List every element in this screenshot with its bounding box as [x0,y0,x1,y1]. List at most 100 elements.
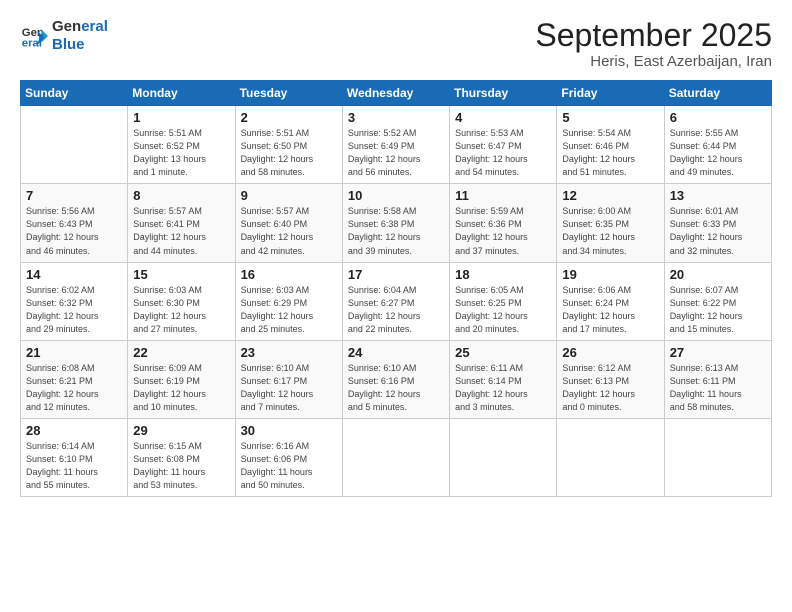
day-number: 22 [133,345,229,360]
day-info: Sunrise: 6:09 AMSunset: 6:19 PMDaylight:… [133,362,229,414]
day-info: Sunrise: 6:06 AMSunset: 6:24 PMDaylight:… [562,284,658,336]
day-info: Sunrise: 6:15 AMSunset: 6:08 PMDaylight:… [133,440,229,492]
day-number: 10 [348,188,444,203]
day-info: Sunrise: 6:01 AMSunset: 6:33 PMDaylight:… [670,205,766,257]
calendar-cell: 22 Sunrise: 6:09 AMSunset: 6:19 PMDayligh… [128,340,235,418]
logo-text: General Blue [52,18,108,54]
day-info: Sunrise: 5:53 AMSunset: 6:47 PMDaylight:… [455,127,551,179]
calendar-cell: 1Sunrise: 5:51 AMSunset: 6:52 PMDaylight… [128,106,235,184]
calendar-cell: 18 Sunrise: 6:05 AMSunset: 6:25 PMDayligh… [450,262,557,340]
calendar-cell: 9 Sunrise: 5:57 AMSunset: 6:40 PMDaylight… [235,184,342,262]
day-info: Sunrise: 6:03 AMSunset: 6:30 PMDaylight:… [133,284,229,336]
calendar-cell: 28 Sunrise: 6:14 AMSunset: 6:10 PMDayligh… [21,418,128,496]
day-info: Sunrise: 6:07 AMSunset: 6:22 PMDaylight:… [670,284,766,336]
day-info: Sunrise: 5:57 AMSunset: 6:40 PMDaylight:… [241,205,337,257]
day-info: Sunrise: 6:10 AMSunset: 6:17 PMDaylight:… [241,362,337,414]
header-thursday: Thursday [450,81,557,106]
logo-icon: Gen eral [20,22,48,50]
day-info: Sunrise: 6:05 AMSunset: 6:25 PMDaylight:… [455,284,551,336]
day-info: Sunrise: 6:02 AMSunset: 6:32 PMDaylight:… [26,284,122,336]
calendar-cell: 17Sunrise: 6:04 AMSunset: 6:27 PMDayligh… [342,262,449,340]
calendar-cell: 7 Sunrise: 5:56 AMSunset: 6:43 PMDaylight… [21,184,128,262]
header-sunday: Sunday [21,81,128,106]
calendar-header-row: SundayMondayTuesdayWednesdayThursdayFrid… [21,81,772,106]
day-number: 5 [562,110,658,125]
calendar-cell [557,418,664,496]
calendar-cell: 10 Sunrise: 5:58 AMSunset: 6:38 PMDayligh… [342,184,449,262]
calendar-cell: 3 Sunrise: 5:52 AMSunset: 6:49 PMDaylight… [342,106,449,184]
logo: Gen eral General Blue [20,18,108,54]
calendar-cell [21,106,128,184]
day-info: Sunrise: 5:56 AMSunset: 6:43 PMDaylight:… [26,205,122,257]
week-row-0: 1Sunrise: 5:51 AMSunset: 6:52 PMDaylight… [21,106,772,184]
day-number: 25 [455,345,551,360]
day-info: Sunrise: 6:14 AMSunset: 6:10 PMDaylight:… [26,440,122,492]
calendar-cell: 15 Sunrise: 6:03 AMSunset: 6:30 PMDayligh… [128,262,235,340]
header-tuesday: Tuesday [235,81,342,106]
header-wednesday: Wednesday [342,81,449,106]
day-number: 3 [348,110,444,125]
calendar-cell: 27 Sunrise: 6:13 AMSunset: 6:11 PMDayligh… [664,340,771,418]
calendar-cell: 5 Sunrise: 5:54 AMSunset: 6:46 PMDaylight… [557,106,664,184]
week-row-2: 14 Sunrise: 6:02 AMSunset: 6:32 PMDayligh… [21,262,772,340]
title-block: September 2025 Heris, East Azerbaijan, I… [535,18,772,70]
calendar-cell [450,418,557,496]
day-info: Sunrise: 5:58 AMSunset: 6:38 PMDaylight:… [348,205,444,257]
day-number: 17 [348,267,444,282]
calendar-cell: 20 Sunrise: 6:07 AMSunset: 6:22 PMDayligh… [664,262,771,340]
calendar-cell: 24Sunrise: 6:10 AMSunset: 6:16 PMDayligh… [342,340,449,418]
day-info: Sunrise: 6:16 AMSunset: 6:06 PMDaylight:… [241,440,337,492]
week-row-4: 28 Sunrise: 6:14 AMSunset: 6:10 PMDayligh… [21,418,772,496]
day-number: 11 [455,188,551,203]
calendar-cell: 19Sunrise: 6:06 AMSunset: 6:24 PMDayligh… [557,262,664,340]
week-row-1: 7 Sunrise: 5:56 AMSunset: 6:43 PMDaylight… [21,184,772,262]
day-number: 7 [26,188,122,203]
calendar-cell: 26 Sunrise: 6:12 AMSunset: 6:13 PMDayligh… [557,340,664,418]
day-info: Sunrise: 6:03 AMSunset: 6:29 PMDaylight:… [241,284,337,336]
day-info: Sunrise: 5:57 AMSunset: 6:41 PMDaylight:… [133,205,229,257]
day-info: Sunrise: 5:51 AMSunset: 6:52 PMDaylight:… [133,127,229,179]
day-number: 21 [26,345,122,360]
calendar-cell [342,418,449,496]
day-number: 20 [670,267,766,282]
day-number: 9 [241,188,337,203]
header-saturday: Saturday [664,81,771,106]
day-info: Sunrise: 5:54 AMSunset: 6:46 PMDaylight:… [562,127,658,179]
day-number: 23 [241,345,337,360]
day-number: 26 [562,345,658,360]
day-info: Sunrise: 5:52 AMSunset: 6:49 PMDaylight:… [348,127,444,179]
calendar-cell: 21 Sunrise: 6:08 AMSunset: 6:21 PMDayligh… [21,340,128,418]
day-info: Sunrise: 6:08 AMSunset: 6:21 PMDaylight:… [26,362,122,414]
day-info: Sunrise: 6:00 AMSunset: 6:35 PMDaylight:… [562,205,658,257]
day-info: Sunrise: 5:55 AMSunset: 6:44 PMDaylight:… [670,127,766,179]
day-number: 18 [455,267,551,282]
calendar-cell [664,418,771,496]
day-number: 2 [241,110,337,125]
calendar-table: SundayMondayTuesdayWednesdayThursdayFrid… [20,80,772,497]
day-info: Sunrise: 6:12 AMSunset: 6:13 PMDaylight:… [562,362,658,414]
day-number: 6 [670,110,766,125]
day-number: 12 [562,188,658,203]
week-row-3: 21 Sunrise: 6:08 AMSunset: 6:21 PMDayligh… [21,340,772,418]
calendar-title: September 2025 [535,18,772,53]
calendar-cell: 8Sunrise: 5:57 AMSunset: 6:41 PMDaylight… [128,184,235,262]
calendar-cell: 30 Sunrise: 6:16 AMSunset: 6:06 PMDayligh… [235,418,342,496]
day-info: Sunrise: 5:59 AMSunset: 6:36 PMDaylight:… [455,205,551,257]
day-info: Sunrise: 5:51 AMSunset: 6:50 PMDaylight:… [241,127,337,179]
header-monday: Monday [128,81,235,106]
day-number: 14 [26,267,122,282]
day-number: 30 [241,423,337,438]
calendar-cell: 29Sunrise: 6:15 AMSunset: 6:08 PMDayligh… [128,418,235,496]
day-info: Sunrise: 6:13 AMSunset: 6:11 PMDaylight:… [670,362,766,414]
day-number: 28 [26,423,122,438]
calendar-cell: 6 Sunrise: 5:55 AMSunset: 6:44 PMDaylight… [664,106,771,184]
day-number: 27 [670,345,766,360]
calendar-cell: 4Sunrise: 5:53 AMSunset: 6:47 PMDaylight… [450,106,557,184]
calendar-cell: 2 Sunrise: 5:51 AMSunset: 6:50 PMDaylight… [235,106,342,184]
day-number: 15 [133,267,229,282]
day-number: 16 [241,267,337,282]
calendar-cell: 16 Sunrise: 6:03 AMSunset: 6:29 PMDayligh… [235,262,342,340]
calendar-cell: 13Sunrise: 6:01 AMSunset: 6:33 PMDayligh… [664,184,771,262]
header-friday: Friday [557,81,664,106]
calendar-cell: 12 Sunrise: 6:00 AMSunset: 6:35 PMDayligh… [557,184,664,262]
